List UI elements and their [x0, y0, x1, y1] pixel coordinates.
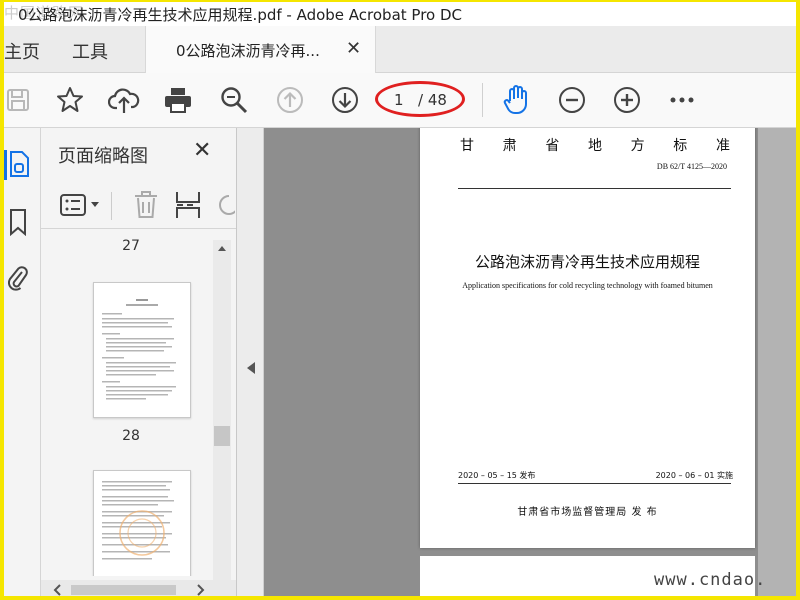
horizontal-scrollbar-thumb[interactable] [71, 585, 176, 595]
toolbar-divider [482, 83, 483, 117]
thumbnail-list[interactable]: 27 28 [51, 236, 211, 576]
document-view[interactable]: 甘 肃 省 地 方 标 准 DB 62/T 4125—2020 公路泡沫沥青冷再… [264, 128, 796, 600]
tab-close-icon[interactable]: ✕ [346, 38, 361, 59]
more-icon[interactable] [666, 85, 698, 115]
delete-page-icon[interactable] [133, 190, 159, 224]
bookmarks-icon[interactable] [8, 208, 28, 240]
implement-date: 2020 – 06 – 01 实施 [655, 471, 733, 480]
options-menu-icon[interactable] [59, 192, 103, 222]
header-char: 省 [545, 138, 560, 154]
page-thumbnails-panel: 页面缩略图 ✕ 27 28 [41, 128, 237, 600]
thumbnail-label: 27 [122, 238, 140, 254]
scrollbar-thumb[interactable] [214, 426, 230, 446]
save-icon[interactable] [2, 85, 34, 115]
left-nav-rail [4, 128, 41, 600]
pdf-page: 甘 肃 省 地 方 标 准 DB 62/T 4125—2020 公路泡沫沥青冷再… [420, 128, 755, 548]
tab-bar: 主页 工具 0公路泡沫沥青冷再... ✕ [4, 26, 796, 73]
publish-date: 2020 – 05 – 15 发布 [458, 471, 536, 480]
footer-rule [458, 483, 731, 484]
standard-code: DB 62/T 4125—2020 [656, 162, 727, 171]
header-char: 地 [587, 138, 602, 154]
upload-cloud-icon[interactable] [108, 85, 140, 115]
tab-document-label: 0公路泡沫沥青冷再... [176, 42, 320, 60]
next-page-icon[interactable] [329, 85, 361, 115]
tab-document[interactable]: 0公路泡沫沥青冷再... ✕ [145, 26, 376, 73]
zoom-out-icon[interactable] [556, 85, 588, 115]
print-icon[interactable] [162, 85, 194, 115]
rotate-page-icon[interactable] [215, 190, 235, 220]
panel-horizontal-scrollbar[interactable] [41, 580, 236, 600]
header-char: 方 [630, 138, 645, 154]
red-annotation-oval [375, 81, 465, 117]
standard-header: 甘 肃 省 地 方 标 准 [460, 135, 730, 155]
document-subtitle-en: Application specifications for cold recy… [462, 281, 713, 290]
issuer: 甘肃省市场监督管理局 发 布 [517, 507, 658, 518]
document-right-margin [758, 128, 796, 600]
panel-collapse-strip[interactable] [237, 128, 264, 600]
panel-close-icon[interactable]: ✕ [193, 138, 211, 163]
collapse-arrow-icon[interactable] [245, 360, 257, 376]
header-char: 肃 [502, 138, 517, 154]
panel-vertical-scrollbar[interactable] [213, 240, 231, 580]
attachments-icon[interactable] [7, 264, 28, 298]
window-title: 0公路泡沫沥青冷再生技术应用规程.pdf - Adobe Acrobat Pro… [18, 6, 463, 24]
header-char: 准 [715, 138, 730, 154]
tab-home[interactable]: 主页 [4, 38, 40, 64]
panel-toolbar [41, 184, 236, 229]
hand-tool-icon[interactable] [500, 85, 532, 115]
header-char: 甘 [460, 138, 474, 154]
extract-page-icon[interactable] [173, 190, 203, 224]
tab-tools[interactable]: 工具 [72, 38, 108, 64]
panel-tools-divider [111, 192, 112, 220]
site-watermark: www.cndao. [654, 570, 767, 590]
thumbnail-page-29[interactable] [93, 470, 191, 576]
header-char: 标 [673, 138, 688, 154]
bookmark-star-icon[interactable] [54, 85, 86, 115]
panel-title: 页面缩略图 [58, 146, 148, 167]
title-bar: 中国道路网 0公路泡沫沥青冷再生技术应用规程.pdf - Adobe Acrob… [4, 2, 796, 26]
page-thumbnails-icon[interactable] [8, 150, 30, 182]
toolbar: 1 / 48 [4, 73, 796, 128]
zoom-in-icon[interactable] [611, 85, 643, 115]
thumbnail-label: 28 [122, 428, 140, 444]
header-rule [458, 188, 731, 189]
document-title: 公路泡沫沥青冷再生技术应用规程 [474, 253, 700, 271]
prev-page-icon[interactable] [274, 85, 306, 115]
thumbnail-page-28[interactable] [93, 282, 191, 418]
active-indicator [4, 150, 7, 180]
zoom-search-icon[interactable] [218, 85, 250, 115]
